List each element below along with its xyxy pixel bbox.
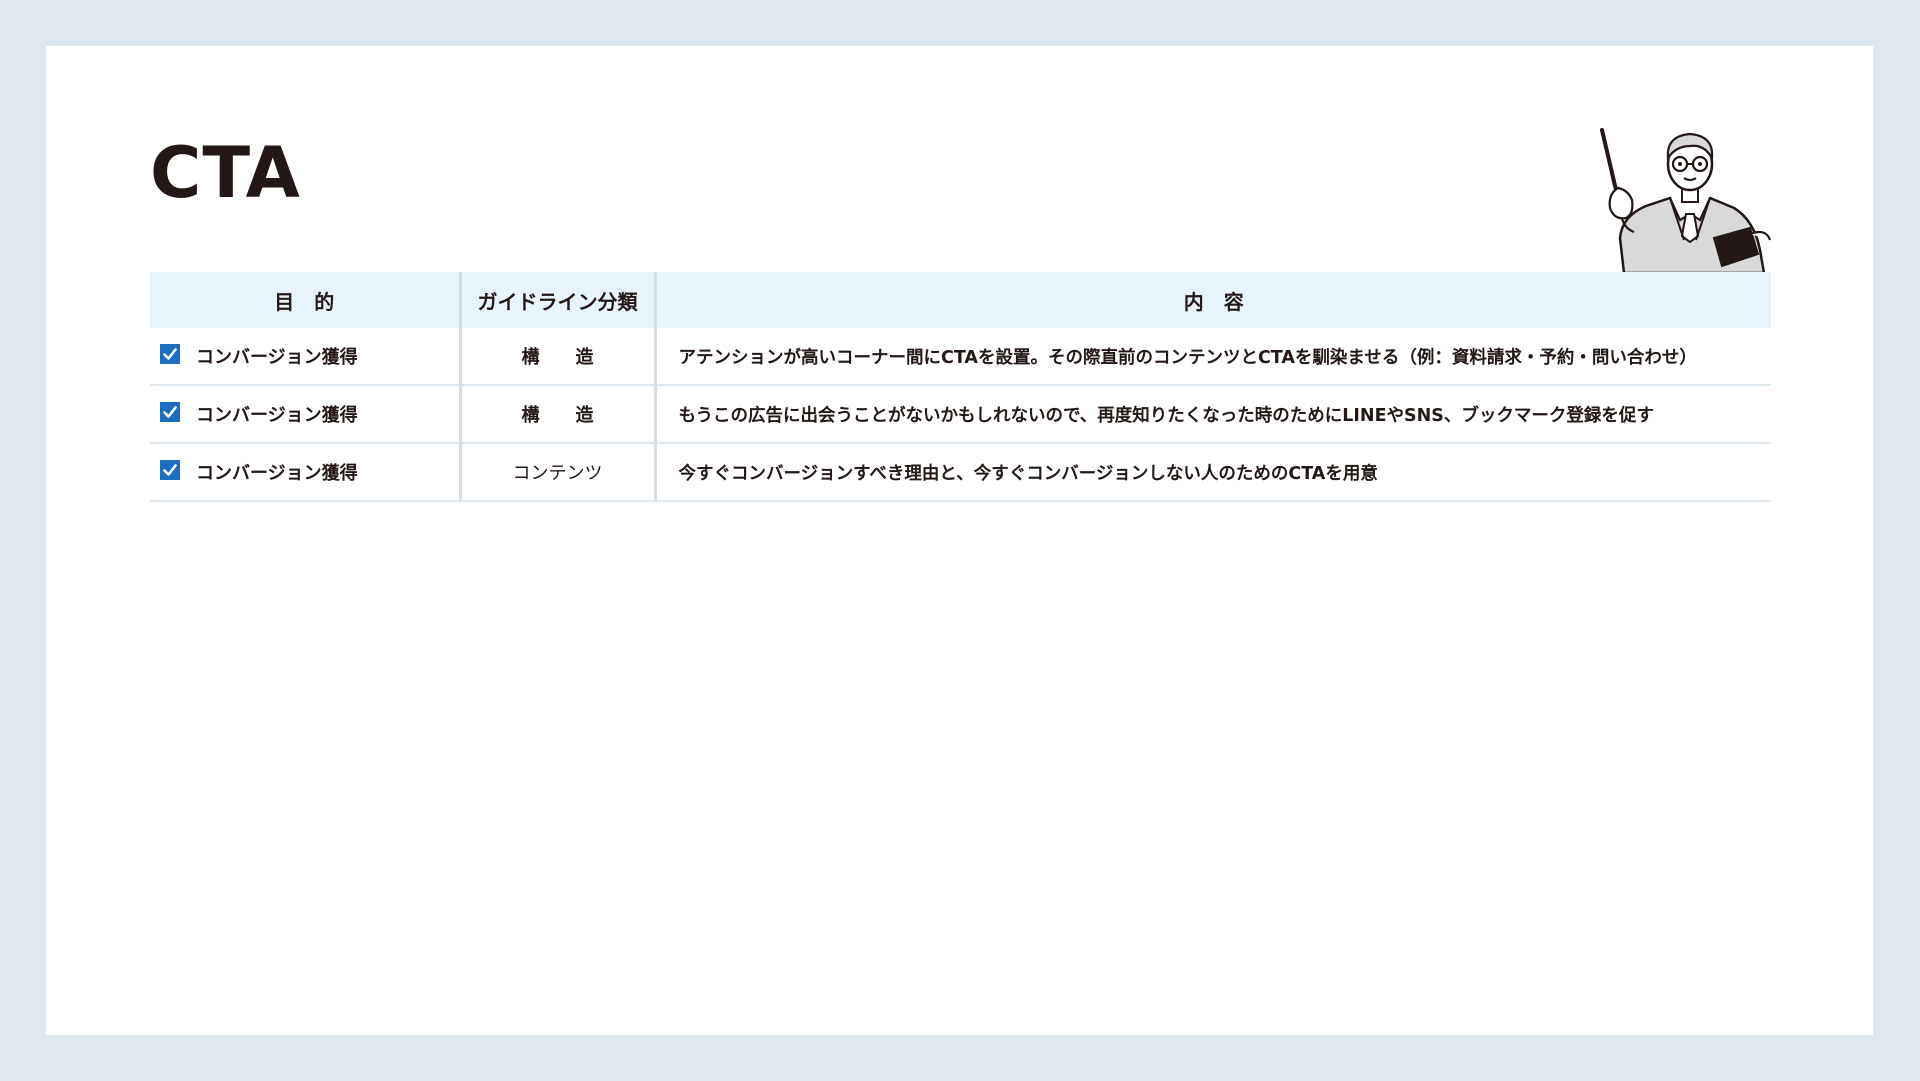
content-cell: アテンションが高いコーナー間にCTAを設置。その際直前のコンテンツとCTAを馴染…	[653, 328, 1771, 386]
header-category: ガイドライン分類	[458, 272, 655, 328]
table-row: コンバージョン獲得 構 造 もうこの広告に出会うことがないかもしれないので、再度…	[150, 385, 1771, 444]
table-row: コンバージョン獲得 コンテンツ 今すぐコンバージョンすべき理由と、今すぐコンバー…	[150, 443, 1771, 502]
category-cell: 構 造	[458, 328, 655, 386]
teacher-pointer-icon	[1600, 128, 1772, 273]
content-cell: もうこの広告に出会うことがないかもしれないので、再度知りたくなった時のためにLI…	[653, 385, 1771, 444]
category-cell: コンテンツ	[458, 443, 655, 502]
purpose-label: コンバージョン獲得	[196, 405, 358, 426]
purpose-cell: コンバージョン獲得	[150, 385, 460, 444]
table-header-row: 目 的 ガイドライン分類 内 容	[150, 272, 1771, 328]
purpose-label: コンバージョン獲得	[196, 347, 358, 368]
guideline-table: 目 的 ガイドライン分類 内 容 コンバージョン獲得 構 造 アテンションが高い…	[150, 272, 1771, 502]
page-title: CTA	[150, 132, 301, 214]
purpose-cell: コンバージョン獲得	[150, 328, 460, 386]
checked-box-icon[interactable]	[160, 344, 180, 364]
checked-box-icon[interactable]	[160, 402, 180, 422]
table-row: コンバージョン獲得 構 造 アテンションが高いコーナー間にCTAを設置。その際直…	[150, 328, 1771, 386]
checked-box-icon[interactable]	[160, 460, 180, 480]
content-cell: 今すぐコンバージョンすべき理由と、今すぐコンバージョンしない人のためのCTAを用…	[653, 443, 1771, 502]
header-content: 内 容	[653, 272, 1771, 328]
category-cell: 構 造	[458, 385, 655, 444]
header-purpose: 目 的	[150, 272, 460, 328]
purpose-cell: コンバージョン獲得	[150, 443, 460, 502]
purpose-label: コンバージョン獲得	[196, 463, 358, 484]
slide: CTA 目 的 ガイドライン分類 内 容 コンバージョン獲得 構 造 アテンショ…	[46, 46, 1873, 1035]
